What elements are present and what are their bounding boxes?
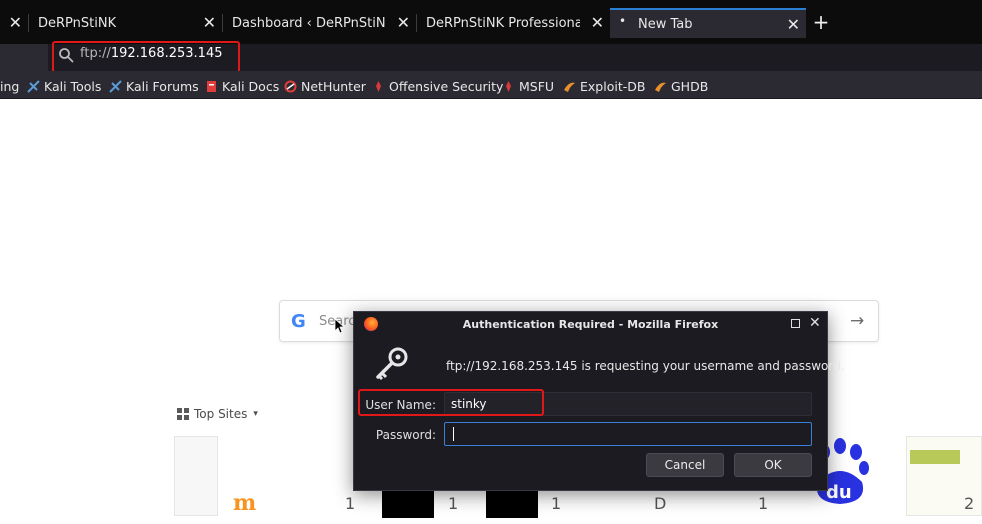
bookmark-kali-tools[interactable]: Kali Tools [27, 77, 101, 95]
chevron-down-icon: ▾ [253, 409, 258, 419]
bookmark-label: Kali Docs [222, 78, 280, 94]
tile-thumbnail-dark [382, 488, 434, 518]
key-icon [376, 347, 408, 381]
nethunter-icon [284, 80, 297, 93]
bookmark-exploit-db[interactable]: Exploit-DB [563, 77, 645, 95]
cancel-button[interactable]: Cancel [646, 453, 724, 477]
exploitdb-icon [654, 80, 667, 93]
close-icon[interactable]: ✕ [809, 315, 821, 331]
tab-divider [222, 14, 223, 32]
bookmark-label: Exploit-DB [580, 78, 646, 94]
tab-dashboard[interactable]: Dashboard ‹ DeRPnStiNK Pr ✕ [224, 8, 416, 38]
dialog-titlebar[interactable]: Authentication Required - Mozilla Firefo… [354, 312, 827, 336]
tile-label: 1 [448, 494, 459, 513]
bookmark-label: Kali Forums [126, 78, 199, 94]
tile-label: 2 [964, 494, 975, 513]
browser-window: ✕ DeRPnStiNK ✕ Dashboard ‹ DeRPnStiNK Pr… [0, 0, 982, 524]
bookmark-kali-docs[interactable]: Kali Docs [205, 77, 279, 95]
tile-label: D [654, 494, 667, 513]
maximize-icon[interactable] [791, 319, 800, 328]
text-caret [453, 427, 454, 441]
bookmark-label: ing [0, 78, 20, 94]
offsec-icon [502, 80, 515, 93]
bookmark-label: Offensive Security [389, 78, 504, 94]
mouse-cursor-icon [334, 318, 344, 334]
bookmark-label: Kali Tools [44, 78, 102, 94]
tab-close-icon[interactable]: ✕ [9, 14, 22, 32]
bookmark-offensive-security[interactable]: Offensive Security [372, 77, 503, 95]
tile-label: 1 [551, 494, 562, 513]
bookmark-ghdb[interactable]: GHDB [654, 77, 708, 95]
new-tab-button[interactable]: + [810, 9, 832, 35]
bookmark-label: NetHunter [301, 78, 366, 94]
username-highlight-box [358, 389, 544, 416]
tab-truncated[interactable]: ✕ [0, 8, 28, 38]
tab-derpnstink-professional[interactable]: DeRPnStiNK Professional Sc ✕ [418, 8, 610, 38]
tab-strip: ✕ DeRPnStiNK ✕ Dashboard ‹ DeRPnStiNK Pr… [0, 0, 982, 44]
tab-label: DeRPnStiNK Professional Sc [426, 15, 580, 31]
tile-thumbnail-dark [486, 488, 538, 518]
kali-dragon-icon [109, 79, 122, 93]
tile-label: 1 [345, 494, 356, 513]
tab-close-icon[interactable]: ✕ [203, 14, 216, 32]
tab-label: DeRPnStiNK [38, 15, 117, 31]
dialog-message: ftp://192.168.253.145 is requesting your… [446, 359, 845, 373]
tile-thumbnail [174, 436, 218, 516]
tab-new-tab[interactable]: • New Tab ✕ [610, 8, 806, 38]
tile-thumbnail-content [910, 450, 960, 464]
bookmark-msfu[interactable]: MSFU [502, 77, 554, 95]
docs-red-icon [205, 80, 218, 93]
tab-label: Dashboard ‹ DeRPnStiNK Pr [232, 15, 386, 31]
tab-dot-icon: • [619, 14, 627, 28]
password-label: Password: [375, 428, 436, 442]
tile-label: 1 [758, 494, 769, 513]
password-field[interactable] [444, 422, 812, 446]
top-sites-label: Top Sites [194, 407, 248, 421]
bookmark-nethunter[interactable]: NetHunter [284, 77, 366, 95]
tab-close-icon[interactable]: ✕ [397, 14, 410, 32]
url-highlight-box [52, 41, 240, 73]
auth-dialog: Authentication Required - Mozilla Firefo… [353, 311, 845, 491]
svg-text:du: du [826, 482, 852, 503]
moodle-logo-icon: m [233, 490, 257, 516]
search-go-arrow-icon[interactable]: → [850, 311, 864, 331]
tab-divider [416, 14, 417, 32]
ok-button[interactable]: OK [734, 453, 812, 477]
bookmark-kali-forums[interactable]: Kali Forums [109, 77, 199, 95]
tab-close-icon[interactable]: ✕ [591, 14, 604, 32]
top-sites-header[interactable]: Top Sites ▾ [177, 407, 258, 421]
tab-derpnstink[interactable]: DeRPnStiNK ✕ [30, 8, 222, 38]
bookmark-label: MSFU [519, 78, 555, 94]
bookmark-label: GHDB [671, 78, 709, 94]
exploitdb-icon [563, 80, 576, 93]
offsec-icon [372, 80, 385, 93]
tab-close-icon[interactable]: ✕ [787, 16, 800, 34]
tab-divider [28, 14, 29, 32]
kali-dragon-icon [27, 79, 40, 93]
dialog-title: Authentication Required - Mozilla Firefo… [462, 318, 719, 331]
bookmark-truncated[interactable]: ing [0, 77, 19, 95]
top-site-tile[interactable] [174, 436, 218, 516]
grid-icon [177, 408, 189, 420]
google-logo-icon: G [291, 311, 306, 332]
